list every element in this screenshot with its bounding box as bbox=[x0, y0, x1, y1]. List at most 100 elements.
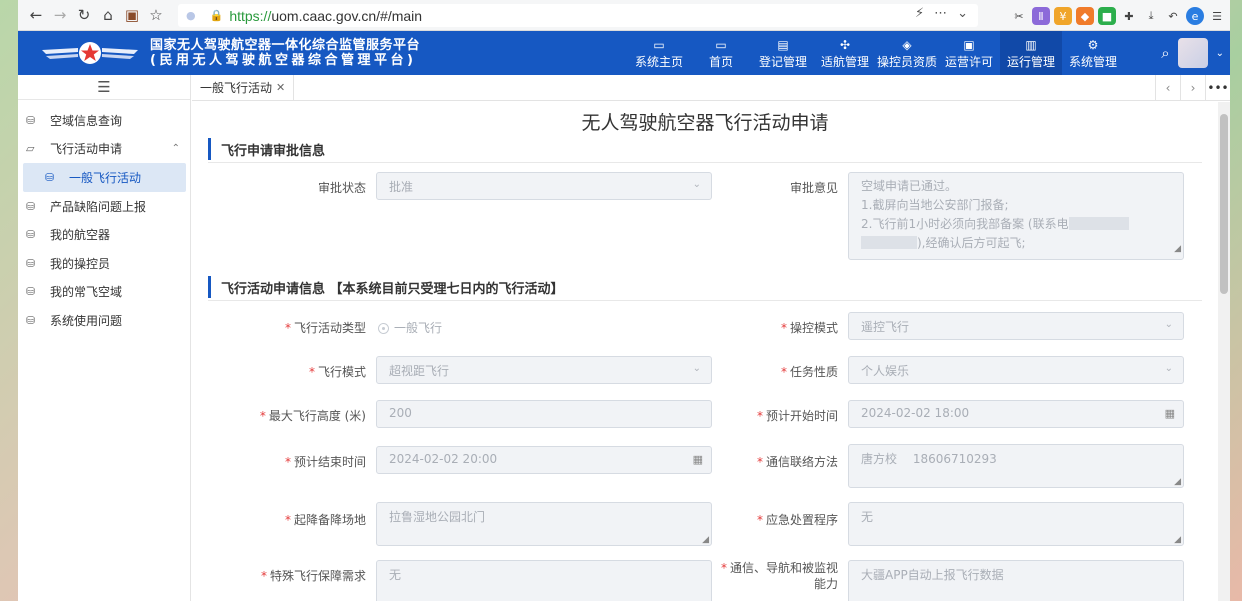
home-icon[interactable]: ⌂ bbox=[96, 3, 120, 27]
sidebar-item-general-flight[interactable]: ⛁ 一般飞行活动 bbox=[23, 163, 186, 192]
approval-opinion-textarea[interactable]: 空域申请已通过。 1.截屏向当地公安部门报备; 2.飞行前1小时必须向我部备案 … bbox=[848, 172, 1184, 260]
browser-extensions: ✂ Ⅱ ¥ ◆ ■ ✚ ⤓ ↶ e ☰ bbox=[1010, 4, 1226, 25]
nav-system-home[interactable]: ▭ 系统主页 bbox=[628, 31, 690, 75]
sidebar-item-my-aircraft[interactable]: ⛁ 我的航空器 bbox=[18, 220, 190, 249]
approval-status-label: 审批状态 bbox=[317, 181, 366, 195]
drone-icon: ✣ bbox=[839, 37, 851, 52]
start-time-picker[interactable]: 2024-02-02 18:00 ▦ bbox=[848, 400, 1184, 428]
special-needs-textarea[interactable]: 无 bbox=[376, 560, 712, 601]
sidebar-item-flight-application[interactable]: ▱ 飞行活动申请 ⌃ bbox=[18, 135, 190, 164]
contact-textarea[interactable]: 唐方校 18606710293 ◢ bbox=[848, 444, 1184, 488]
cns-capability-label: * 通信、导航和被监视 能力 bbox=[720, 561, 838, 591]
end-time-picker[interactable]: 2024-02-02 20:00 ▦ bbox=[376, 446, 712, 474]
chevron-down-icon[interactable]: ⌄ bbox=[957, 6, 968, 21]
tab-scroll-left-icon[interactable]: ‹ bbox=[1155, 75, 1180, 101]
end-time-label: * 预计结束时间 bbox=[284, 455, 366, 469]
extension-coin-icon[interactable]: ¥ bbox=[1054, 7, 1072, 25]
main-area: 一般飞行活动 ✕ ‹ › ••• 无人驾驶航空器飞行活动申请 飞行申请审批信息 审… bbox=[192, 75, 1230, 601]
clipboard-icon: ▥ bbox=[1025, 37, 1037, 52]
nav-operating-license[interactable]: ▣ 运营许可 bbox=[938, 31, 1000, 75]
airfield-label: * 起降备降场地 bbox=[284, 513, 366, 527]
folder-icon: ▱ bbox=[26, 142, 35, 156]
sidebar-item-defect-report[interactable]: ⛁ 产品缺陷问题上报 bbox=[18, 192, 190, 221]
extension-fox-icon[interactable]: ◆ bbox=[1076, 7, 1094, 25]
resize-handle-icon[interactable]: ◢ bbox=[702, 535, 709, 545]
bookmark-star-icon[interactable]: ☆ bbox=[144, 3, 168, 27]
hamburger-menu-icon[interactable]: ☰ bbox=[18, 75, 190, 100]
form-content: 无人驾驶航空器飞行活动申请 飞行申请审批信息 审批状态 批准 ⌄ 审批意见 空域申… bbox=[192, 102, 1218, 601]
nav-operation-management[interactable]: ▥ 运行管理 bbox=[1000, 31, 1062, 75]
nav-operator-qualification[interactable]: ◈ 操控员资质 bbox=[876, 31, 938, 75]
sidebar-item-frequent-airspace[interactable]: ⛁ 我的常飞空域 bbox=[18, 278, 190, 307]
tab-scroll-right-icon[interactable]: › bbox=[1180, 75, 1205, 101]
monitor-icon: ▭ bbox=[715, 37, 727, 52]
app-header: 国家无人驾驶航空器一体化综合监管服务平台 (民用无人驾驶航空器综合管理平台) ▭… bbox=[18, 31, 1230, 75]
undo-icon[interactable]: ↶ bbox=[1164, 7, 1182, 25]
document-icon: ▤ bbox=[777, 37, 789, 52]
chevron-up-icon: ⌃ bbox=[171, 143, 180, 155]
back-icon[interactable]: ← bbox=[24, 3, 48, 27]
tab-bar: 一般飞行活动 ✕ ‹ › ••• bbox=[192, 75, 1230, 101]
browser-logo-icon[interactable]: e bbox=[1186, 7, 1204, 25]
page-title: 无人驾驶航空器飞行活动申请 bbox=[581, 112, 829, 134]
menu-icon[interactable]: ☰ bbox=[1208, 7, 1226, 25]
lightning-icon[interactable]: ⚡ bbox=[915, 6, 924, 21]
nav-system-management[interactable]: ⚙ 系统管理 bbox=[1062, 31, 1124, 75]
emergency-textarea[interactable]: 无 ◢ bbox=[848, 502, 1184, 546]
sidebar: ☰ ⛁ 空域信息查询 ▱ 飞行活动申请 ⌃ ⛁ 一般飞行活动 ⛁ 产品缺陷问题上报 ⛁ 我的… bbox=[18, 75, 191, 601]
download-icon[interactable]: ⤓ bbox=[1142, 7, 1160, 25]
avatar[interactable] bbox=[1177, 38, 1208, 68]
chevron-down-icon: ⌄ bbox=[692, 363, 701, 374]
sidebar-item-airspace-query[interactable]: ⛁ 空域信息查询 bbox=[18, 106, 190, 135]
resize-handle-icon[interactable]: ◢ bbox=[1174, 477, 1181, 487]
max-altitude-label: * 最大飞行高度 (米) bbox=[259, 409, 366, 423]
layers-icon: ⛁ bbox=[26, 113, 36, 127]
divider bbox=[208, 160, 1202, 163]
flight-mode-select[interactable]: 超视距飞行 ⌄ bbox=[376, 356, 712, 384]
max-altitude-input[interactable]: 200 bbox=[376, 400, 712, 428]
calendar-icon: ▦ bbox=[1164, 407, 1175, 420]
emergency-label: * 应急处置程序 bbox=[756, 513, 838, 527]
resize-handle-icon[interactable]: ◢ bbox=[1174, 535, 1181, 545]
chevron-down-icon: ⌄ bbox=[1164, 363, 1173, 374]
scissors-icon[interactable]: ✂ bbox=[1010, 7, 1028, 25]
control-mode-select[interactable]: 遥控飞行 ⌄ bbox=[848, 312, 1184, 340]
sidebar-item-system-issues[interactable]: ⛁ 系统使用问题 bbox=[18, 306, 190, 335]
extension-green-icon[interactable]: ■ bbox=[1098, 7, 1116, 25]
close-icon[interactable]: ✕ bbox=[276, 81, 285, 94]
site-icon: ● bbox=[186, 9, 196, 22]
search-icon[interactable]: ⌕ bbox=[1161, 44, 1169, 62]
task-nature-select[interactable]: 个人娱乐 ⌄ bbox=[848, 356, 1184, 384]
puzzle-icon[interactable]: ✚ bbox=[1120, 7, 1138, 25]
settings-icon: ⚙ bbox=[1087, 37, 1099, 52]
activity-type-radio[interactable]: 一般飞行 bbox=[378, 319, 442, 336]
extension-purple-icon[interactable]: Ⅱ bbox=[1032, 7, 1050, 25]
scrollbar[interactable] bbox=[1218, 102, 1230, 601]
tab-general-flight[interactable]: 一般飞行活动 ✕ bbox=[192, 75, 295, 100]
scrollbar-thumb[interactable] bbox=[1220, 114, 1228, 294]
chevron-down-icon[interactable]: ⌄ bbox=[1216, 48, 1224, 59]
nav-registration[interactable]: ▤ 登记管理 bbox=[752, 31, 814, 75]
more-icon[interactable]: ⋯ bbox=[934, 6, 947, 21]
forward-icon[interactable]: → bbox=[48, 3, 72, 27]
airfield-textarea[interactable]: 拉鲁湿地公园北门 ◢ bbox=[376, 502, 712, 546]
calendar-icon: ▭ bbox=[653, 37, 665, 52]
browser-toolbar: ← → ↻ ⌂ ▣ ☆ ● 🔒 https://uom.caac.gov.cn/… bbox=[18, 0, 1230, 31]
nav-airworthiness[interactable]: ✣ 适航管理 bbox=[814, 31, 876, 75]
reload-icon[interactable]: ↻ bbox=[72, 3, 96, 27]
task-nature-label: * 任务性质 bbox=[780, 365, 838, 379]
briefcase-icon[interactable]: ▣ bbox=[120, 3, 144, 27]
tab-more-icon[interactable]: ••• bbox=[1205, 75, 1230, 101]
resize-handle-icon[interactable]: ◢ bbox=[1174, 240, 1181, 259]
control-mode-label: * 操控模式 bbox=[780, 321, 838, 335]
redacted-phone bbox=[861, 236, 917, 249]
divider bbox=[208, 298, 1202, 301]
caac-logo-icon bbox=[40, 31, 140, 75]
layers-icon: ⛁ bbox=[26, 285, 36, 299]
nav-home[interactable]: ▭ 首页 bbox=[690, 31, 752, 75]
approval-status-select[interactable]: 批准 ⌄ bbox=[376, 172, 712, 200]
sidebar-item-my-operators[interactable]: ⛁ 我的操控员 bbox=[18, 249, 190, 278]
layers-icon: ⛁ bbox=[26, 256, 36, 270]
cns-capability-textarea[interactable]: 大疆APP自动上报飞行数据 bbox=[848, 560, 1184, 601]
address-bar[interactable]: ● 🔒 https://uom.caac.gov.cn/#/main ⚡ ⋯ ⌄ bbox=[178, 4, 978, 27]
